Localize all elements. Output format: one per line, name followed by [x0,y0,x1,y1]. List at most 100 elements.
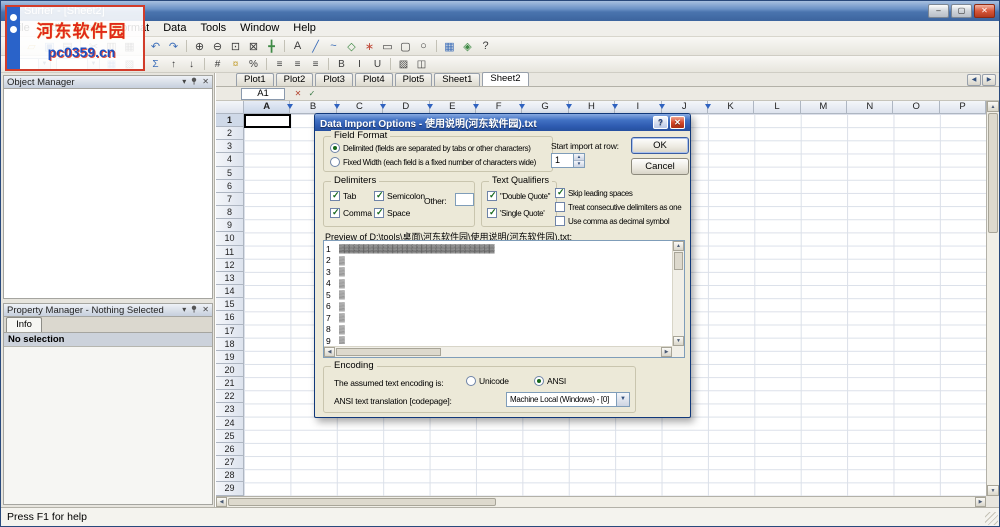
sheet-tab-plot5[interactable]: Plot5 [395,73,433,86]
vertical-scroll-thumb[interactable] [988,113,998,233]
radio-fixed-width[interactable]: Fixed Width (each field is a fixed numbe… [330,157,536,167]
preview-vscroll-thumb[interactable] [674,252,683,270]
other-delimiter-input[interactable] [455,193,474,206]
preview-hscroll-thumb[interactable] [336,348,441,356]
currency-format-icon[interactable]: ¤ [227,58,244,71]
row-header[interactable]: 18 [216,338,244,351]
close-button[interactable]: ✕ [974,4,995,18]
separator[interactable] [390,58,391,70]
row-header[interactable]: 16 [216,311,244,324]
row-header[interactable]: 29 [216,482,244,495]
dialog-close-button[interactable]: ✕ [670,116,685,129]
zoom-out-icon[interactable]: ⊖ [209,39,226,54]
checkbox-skip-leading-spaces[interactable]: Skip leading spaces [555,188,633,198]
row-header[interactable]: 9 [216,219,244,232]
ok-button[interactable]: OK [631,137,689,154]
align-left-icon[interactable]: ≡ [271,58,288,71]
object-manager-body[interactable] [4,89,212,298]
column-header[interactable]: O [893,101,939,114]
statistics-icon[interactable]: Σ [147,58,164,71]
row-header[interactable]: 8 [216,206,244,219]
row-header[interactable]: 3 [216,140,244,153]
column-header[interactable]: N [847,101,893,114]
row-header[interactable]: 22 [216,390,244,403]
row-header[interactable]: 27 [216,456,244,469]
separator[interactable] [328,58,329,70]
tab-info[interactable]: Info [6,317,42,332]
start-row-spinner[interactable]: 1 ▲ ▼ [551,153,585,168]
preview-pane[interactable]: 1 ▓▓▓▓▓▓▓▓▓▓▓▓▓▓▓▓▓▓▓▓▓▓▓▓▓▓▓▓▓▓▓▓ 2 ▓ 3… [323,240,685,358]
line-tool-icon[interactable]: ╱ [307,39,324,54]
rectangle-tool-icon[interactable]: ▭ [379,39,396,54]
menu-item[interactable]: Window [233,21,286,36]
panel-menu-icon[interactable]: ▾ [182,306,186,314]
sheet-tab-plot4[interactable]: Plot4 [355,73,393,86]
sheet-tab-sheet1[interactable]: Sheet1 [434,73,480,86]
row-header[interactable]: 5 [216,167,244,180]
separator[interactable] [284,40,285,52]
checkbox-tab[interactable]: Tab [330,191,356,201]
separator[interactable] [436,40,437,52]
row-header[interactable]: 12 [216,259,244,272]
scroll-left-icon[interactable]: ◀ [216,497,227,507]
row-header[interactable]: 11 [216,246,244,259]
radio-unicode[interactable]: Unicode [466,376,509,386]
sheet-tab-plot1[interactable]: Plot1 [236,73,274,86]
row-header[interactable]: 20 [216,364,244,377]
row-header[interactable]: 23 [216,403,244,416]
column-header[interactable]: K [708,101,754,114]
text-tool-icon[interactable]: A [289,39,306,54]
checkbox-comma-decimal-symbol[interactable]: Use comma as decimal symbol [555,216,669,226]
vertical-scrollbar[interactable]: ▲ ▼ [986,101,999,496]
sheet-tab-plot3[interactable]: Plot3 [315,73,353,86]
row-header[interactable]: 10 [216,232,244,245]
rounded-rectangle-tool-icon[interactable]: ▢ [397,39,414,54]
formula-input[interactable] [322,88,995,100]
align-center-icon[interactable]: ≡ [289,58,306,71]
selected-cell-a1[interactable] [244,114,291,128]
row-header[interactable]: 25 [216,430,244,443]
zoom-extents-icon[interactable]: ⊠ [245,39,262,54]
row-header[interactable]: 26 [216,443,244,456]
scroll-right-icon[interactable]: ▶ [975,497,986,507]
menu-item[interactable]: Data [156,21,193,36]
sheet-tab-plot2[interactable]: Plot2 [276,73,314,86]
symbol-tool-icon[interactable]: ∗ [361,39,378,54]
align-right-icon[interactable]: ≡ [307,58,324,71]
map-icon[interactable]: ◈ [459,39,476,54]
row-header[interactable]: 6 [216,180,244,193]
cell-reference-box[interactable]: A1 [241,88,285,100]
zoom-in-icon[interactable]: ⊕ [191,39,208,54]
scroll-up-icon[interactable]: ▲ [987,101,999,112]
checkbox-semicolon[interactable]: Semicolon [374,191,425,201]
radio-delimited[interactable]: Delimited (fields are separated by tabs … [330,143,531,153]
panel-close-icon[interactable]: ✕ [202,306,209,314]
tab-scroll-left-icon[interactable]: ◀ [967,74,981,86]
minimize-button[interactable]: – [928,4,949,18]
menu-item[interactable]: Tools [193,21,233,36]
pin-icon[interactable] [190,305,198,315]
radio-ansi[interactable]: ANSI [534,376,566,386]
row-header[interactable]: 4 [216,153,244,166]
number-format-icon[interactable]: # [209,58,226,71]
row-header[interactable]: 7 [216,193,244,206]
horizontal-scroll-thumb[interactable] [228,498,496,506]
separator[interactable] [266,58,267,70]
row-header[interactable]: 2 [216,127,244,140]
scroll-up-icon[interactable]: ▲ [673,241,684,251]
separator[interactable] [204,58,205,70]
underline-icon[interactable]: U [369,58,386,71]
checkbox-space[interactable]: Space [374,208,410,218]
ellipse-tool-icon[interactable]: ○ [415,39,432,54]
percent-format-icon[interactable]: % [245,58,262,71]
scroll-down-icon[interactable]: ▼ [987,485,999,496]
preview-vertical-scrollbar[interactable]: ▲ ▼ [672,241,684,346]
help-icon[interactable]: ? [477,39,494,54]
sort-ascending-icon[interactable]: ↑ [165,58,182,71]
zoom-window-icon[interactable]: ⊡ [227,39,244,54]
column-header[interactable]: A [244,101,290,114]
select-all-corner[interactable] [216,101,244,114]
row-header[interactable]: 17 [216,325,244,338]
scroll-left-icon[interactable]: ◀ [324,347,335,357]
row-header[interactable]: 13 [216,272,244,285]
